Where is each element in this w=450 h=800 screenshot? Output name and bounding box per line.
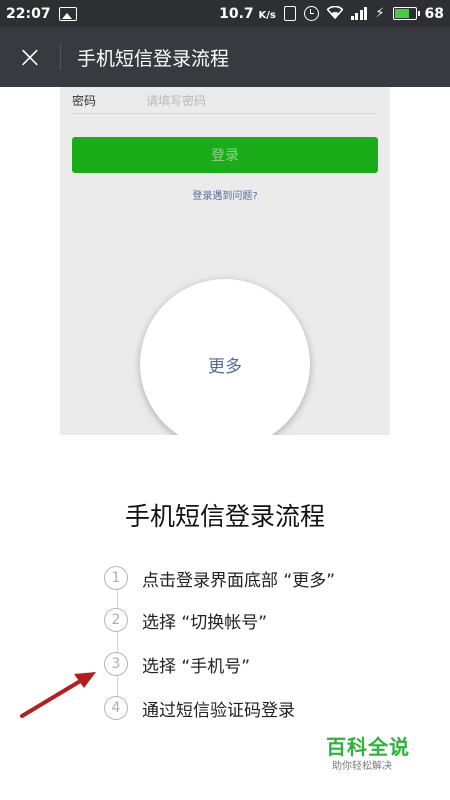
login-button: 登录: [72, 137, 378, 173]
charging-icon: ⚡: [375, 6, 385, 21]
step-number: 3: [104, 652, 128, 676]
vibrate-icon: [283, 6, 296, 21]
more-highlight-circle: 更多: [140, 279, 310, 435]
section-heading: 手机短信登录流程: [124, 502, 325, 531]
watermark-slogan: 助你轻松解决: [332, 761, 392, 772]
watermark-brand: 百科全说: [326, 735, 410, 759]
step-number: 4: [104, 696, 128, 720]
password-placeholder: 请填写密码: [146, 93, 207, 108]
battery-icon: [392, 7, 420, 20]
step-text: 选择 “手机号”: [142, 656, 251, 677]
signal-icon: [350, 7, 368, 20]
network-speed: 10.7 K/s: [219, 5, 276, 22]
login-help-link: 登录遇到问题?: [192, 191, 258, 202]
wifi-icon: [326, 5, 344, 22]
title-bar: × 手机短信登录流程: [0, 27, 450, 87]
close-icon: ×: [17, 39, 43, 75]
close-button[interactable]: ×: [0, 27, 60, 87]
step-item: 3 选择 “手机号”: [104, 650, 250, 678]
login-screenshot-image: 密码 请填写密码 登录 登录遇到问题? 更多: [60, 87, 390, 435]
password-row: 密码 请填写密码: [72, 87, 378, 114]
image-notification-icon: [58, 6, 77, 21]
password-label: 密码: [72, 93, 97, 108]
page-title: 手机短信登录流程: [77, 47, 230, 70]
step-item: 4 通过短信验证码登录: [104, 694, 295, 722]
status-bar: 22:07 10.7 K/s ⚡ 68: [0, 0, 450, 27]
title-divider: [60, 44, 61, 70]
status-time: 22:07: [6, 5, 51, 22]
step-connector-line: [117, 588, 118, 700]
status-icons: 10.7 K/s ⚡ 68: [219, 5, 444, 22]
step-text: 选择 “切换帐号”: [142, 612, 268, 633]
step-item: 1 点击登录界面底部 “更多”: [104, 564, 335, 592]
step-number: 2: [104, 608, 128, 632]
battery-level: 68: [424, 5, 444, 22]
step-text: 通过短信验证码登录: [142, 700, 295, 721]
step-number: 1: [104, 566, 128, 590]
alarm-icon: [303, 6, 319, 21]
pointer-arrow-icon: [20, 672, 96, 718]
step-text: 点击登录界面底部 “更多”: [142, 570, 336, 591]
step-item: 2 选择 “切换帐号”: [104, 606, 267, 634]
